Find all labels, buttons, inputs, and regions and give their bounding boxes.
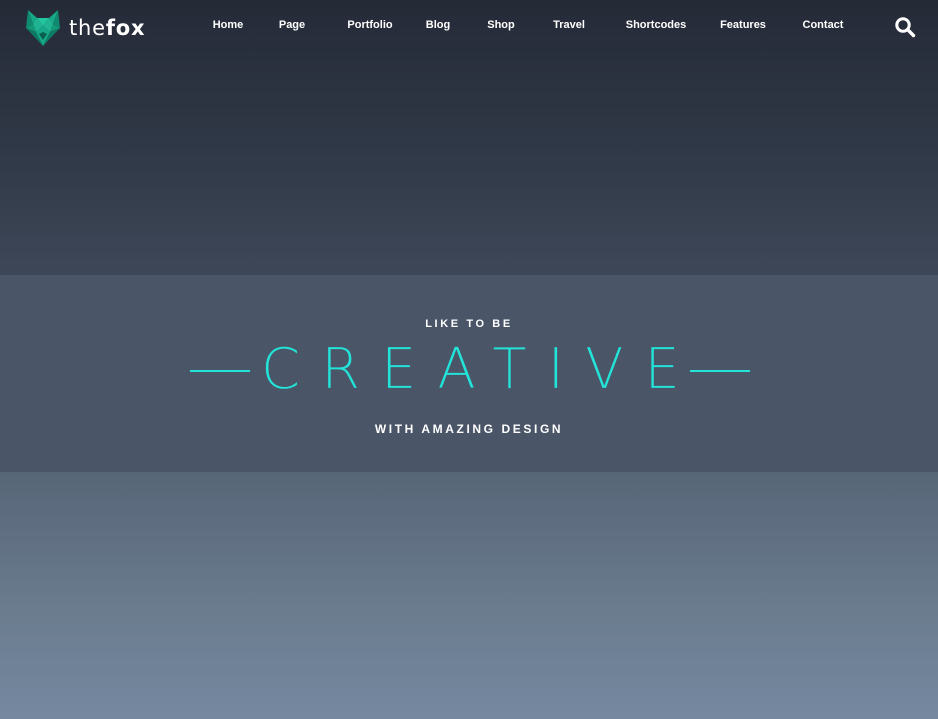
search-icon[interactable] (894, 16, 916, 38)
nav-portfolio[interactable]: Portfolio (347, 19, 392, 31)
nav-page[interactable]: Page (279, 19, 305, 31)
nav-home[interactable]: Home (213, 19, 244, 31)
nav-shortcodes[interactable]: Shortcodes (626, 19, 687, 31)
hero-headline: CREATIVE (261, 337, 701, 402)
nav-shop[interactable]: Shop (487, 19, 515, 31)
nav-blog[interactable]: Blog (426, 19, 450, 31)
hero-kicker: LIKE TO BE (425, 318, 513, 330)
nav-features[interactable]: Features (720, 19, 766, 31)
hero-headline-group: CREATIVE (190, 337, 750, 402)
main-menu: Home Page Portfolio Blog Shop Travel Sho… (0, 0, 938, 54)
top-navbar: thefox Home Page Portfolio Blog Shop Tra… (0, 0, 938, 54)
nav-contact[interactable]: Contact (803, 19, 844, 31)
hero-subline: WITH AMAZING DESIGN (374, 422, 564, 436)
nav-travel[interactable]: Travel (553, 19, 585, 31)
